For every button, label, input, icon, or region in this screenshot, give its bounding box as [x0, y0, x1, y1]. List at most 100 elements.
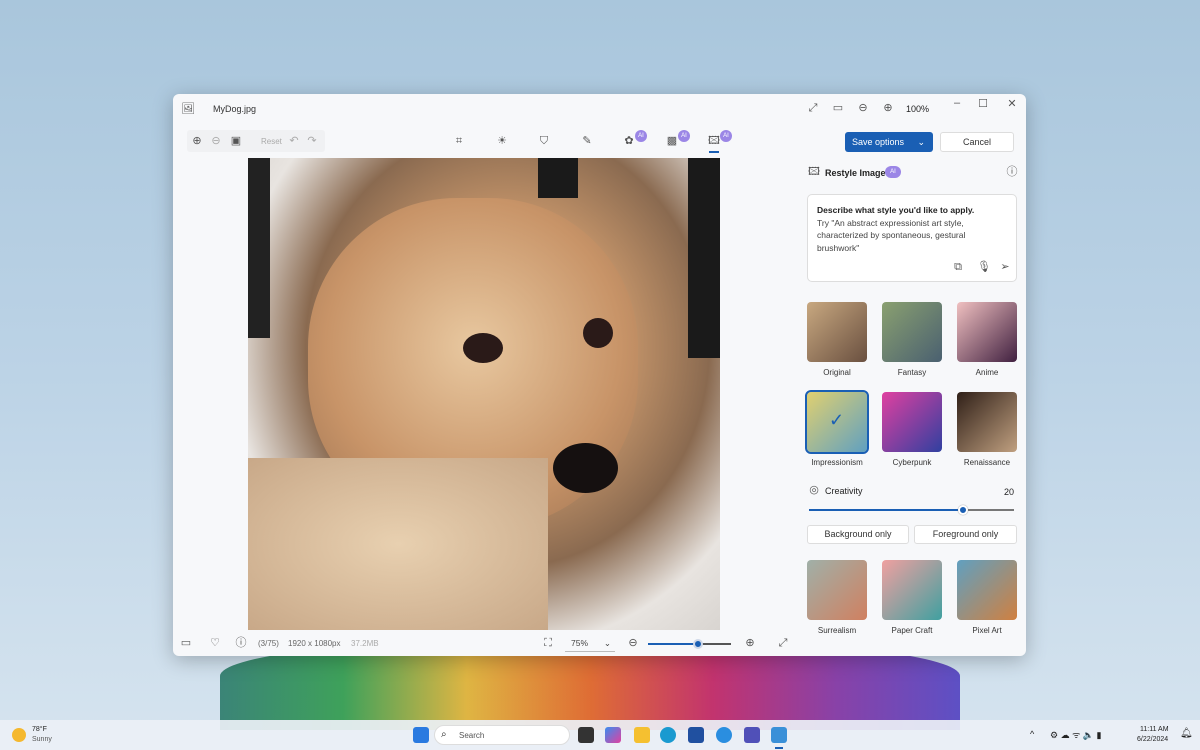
slider-thumb[interactable] [957, 505, 968, 515]
status-bar: ▭ ♡ ⓘ (3/75) 1920 x 1080px 37.2MB ⛶ 75% ⌄… [173, 630, 1026, 656]
zoom-dropdown[interactable]: 75% ⌄ [565, 634, 615, 652]
slider-thumb[interactable] [692, 639, 703, 649]
style-thumb-paper-craft[interactable] [882, 560, 942, 620]
background-only-button[interactable]: Background only [807, 525, 909, 544]
info-icon[interactable]: ⓘ [234, 637, 248, 649]
send-icon[interactable]: ➢ [998, 261, 1012, 273]
style-thumb-impressionism[interactable]: ✓ [805, 390, 869, 454]
style-label: Impressionism [811, 458, 863, 467]
dog-photo-canvas [248, 158, 720, 630]
favorite-icon[interactable]: ♡ [208, 637, 222, 649]
cancel-button[interactable]: Cancel [940, 132, 1014, 152]
app-icon[interactable] [716, 727, 732, 743]
system-tray-icons[interactable]: ⚙ ☁ ᯤ 🔈 ▮ [1050, 728, 1101, 741]
restyle-icon[interactable]: 🖾 [707, 135, 721, 147]
chevron-up-icon[interactable]: ^ [1030, 729, 1034, 739]
foreground-only-button[interactable]: Foreground only [914, 525, 1017, 544]
search-box[interactable]: ⌕ Search [434, 725, 570, 745]
copilot-icon[interactable] [605, 727, 621, 743]
zoom-out-icon[interactable]: ⊖ [209, 135, 223, 147]
style-thumb-anime[interactable] [957, 302, 1017, 362]
window-title: MyDog.jpg [213, 104, 257, 114]
zoom-level: 100% [906, 104, 930, 114]
reset-button[interactable]: Reset [261, 137, 282, 146]
file-explorer-icon[interactable] [634, 727, 650, 743]
style-label: Renaissance [963, 458, 1011, 467]
store-icon[interactable] [688, 727, 704, 743]
zoom-in-icon[interactable]: ⊕ [743, 637, 757, 649]
notification-bell-icon[interactable]: 🔔︎ [1180, 728, 1193, 739]
maximize-button[interactable]: ☐ [976, 98, 990, 110]
style-thumb-original[interactable] [807, 302, 867, 362]
clock-date: 6/22/2024 [1137, 736, 1169, 743]
edit-toolbar-left: ⊕ ⊖ ▣ Reset ↶ ↷ [187, 130, 325, 152]
ai-badge: AI [885, 166, 901, 178]
style-thumb-surrealism[interactable] [807, 560, 867, 620]
ai-badge: AI [720, 130, 732, 142]
actual-size-icon[interactable]: ▭ [831, 102, 845, 114]
teams-icon[interactable] [744, 727, 760, 743]
photos-taskbar-icon[interactable] [771, 727, 787, 743]
creativity-value: 20 [1004, 487, 1015, 497]
restyle-image-icon: 🖾 [808, 166, 820, 178]
style-thumb-renaissance[interactable] [957, 392, 1017, 452]
clock-time: 11:11 AM [1140, 726, 1169, 733]
minimize-button[interactable]: – [950, 97, 964, 109]
weather-temp: 78°F [32, 726, 47, 733]
zoom-slider[interactable] [648, 639, 731, 649]
info-icon[interactable]: ⓘ [1005, 166, 1019, 178]
photos-window: 🖼 MyDog.jpg ⤢ ▭ ⊖ ⊕ 100% – ☐ ✕ ⊕ ⊖ ▣ Res… [173, 94, 1026, 656]
check-icon: ✓ [829, 410, 845, 430]
panel-title: Restyle Image [825, 168, 886, 178]
fit-icon[interactable]: ▣ [229, 135, 243, 147]
close-button[interactable]: ✕ [1005, 98, 1019, 110]
style-prompt-input[interactable]: Describe what style you'd like to apply.… [807, 194, 1017, 282]
zoom-out-icon[interactable]: ⊖ [856, 102, 870, 114]
image-index: (3/75) [258, 639, 279, 648]
edge-icon[interactable] [660, 727, 676, 743]
ai-badge: AI [635, 130, 647, 142]
redo-icon[interactable]: ↷ [305, 135, 319, 147]
style-label: Original [823, 368, 851, 377]
prompt-title: Describe what style you'd like to apply. [817, 205, 975, 215]
restyle-panel: Save options ⌄ Cancel 🖾 Restyle Image AI … [797, 132, 1026, 635]
adjust-icon[interactable]: ☀ [495, 135, 509, 147]
expand-icon[interactable]: ⤢ [776, 637, 790, 649]
prompt-hint: Try "An abstract expressionist art style… [817, 217, 966, 253]
undo-icon[interactable]: ↶ [287, 135, 301, 147]
photos-app-icon: 🖼 [181, 103, 195, 115]
style-label: Cyberpunk [892, 458, 932, 467]
style-thumb-cyberpunk[interactable] [882, 392, 942, 452]
active-app-indicator [775, 747, 783, 749]
start-icon[interactable] [413, 727, 429, 743]
fullscreen-icon[interactable]: ⤢ [806, 102, 820, 114]
filmstrip-icon[interactable]: ▭ [179, 637, 193, 649]
microphone-icon[interactable]: 🎙 [977, 261, 991, 273]
taskbar: 78°F Sunny ⌕ Search ^ ⚙ ☁ ᯤ 🔈 ▮ 11:11 AM… [0, 720, 1200, 750]
markup-icon[interactable]: ✎ [580, 135, 594, 147]
weather-condition: Sunny [32, 736, 52, 743]
creativity-slider[interactable] [809, 505, 1014, 515]
save-options-button[interactable]: Save options ⌄ [845, 132, 933, 152]
copy-icon[interactable]: ⧉ [951, 261, 965, 273]
task-view-icon[interactable] [578, 727, 594, 743]
ai-badge: AI [678, 130, 690, 142]
style-thumb-fantasy[interactable] [882, 302, 942, 362]
filter-icon[interactable]: ⛉ [537, 135, 551, 147]
zoom-out-icon[interactable]: ⊖ [626, 637, 640, 649]
zoom-in-icon[interactable]: ⊕ [190, 135, 204, 147]
zoom-in-icon[interactable]: ⊕ [881, 102, 895, 114]
erase-icon[interactable]: ✿ [622, 135, 636, 147]
style-thumb-pixel-art[interactable] [957, 560, 1017, 620]
search-placeholder: Search [459, 731, 485, 740]
style-label: Fantasy [897, 368, 927, 377]
sun-icon[interactable] [12, 728, 26, 742]
background-icon[interactable]: ▩ [665, 135, 679, 147]
crop-icon[interactable]: ⌗ [452, 135, 466, 147]
zoom-value: 75% [571, 638, 589, 648]
save-label: Save options [852, 137, 905, 147]
creativity-label: Creativity [825, 486, 863, 496]
fit-to-window-icon[interactable]: ⛶ [541, 637, 555, 649]
style-label: Anime [975, 368, 999, 377]
image-dimensions: 1920 x 1080px [288, 639, 341, 648]
